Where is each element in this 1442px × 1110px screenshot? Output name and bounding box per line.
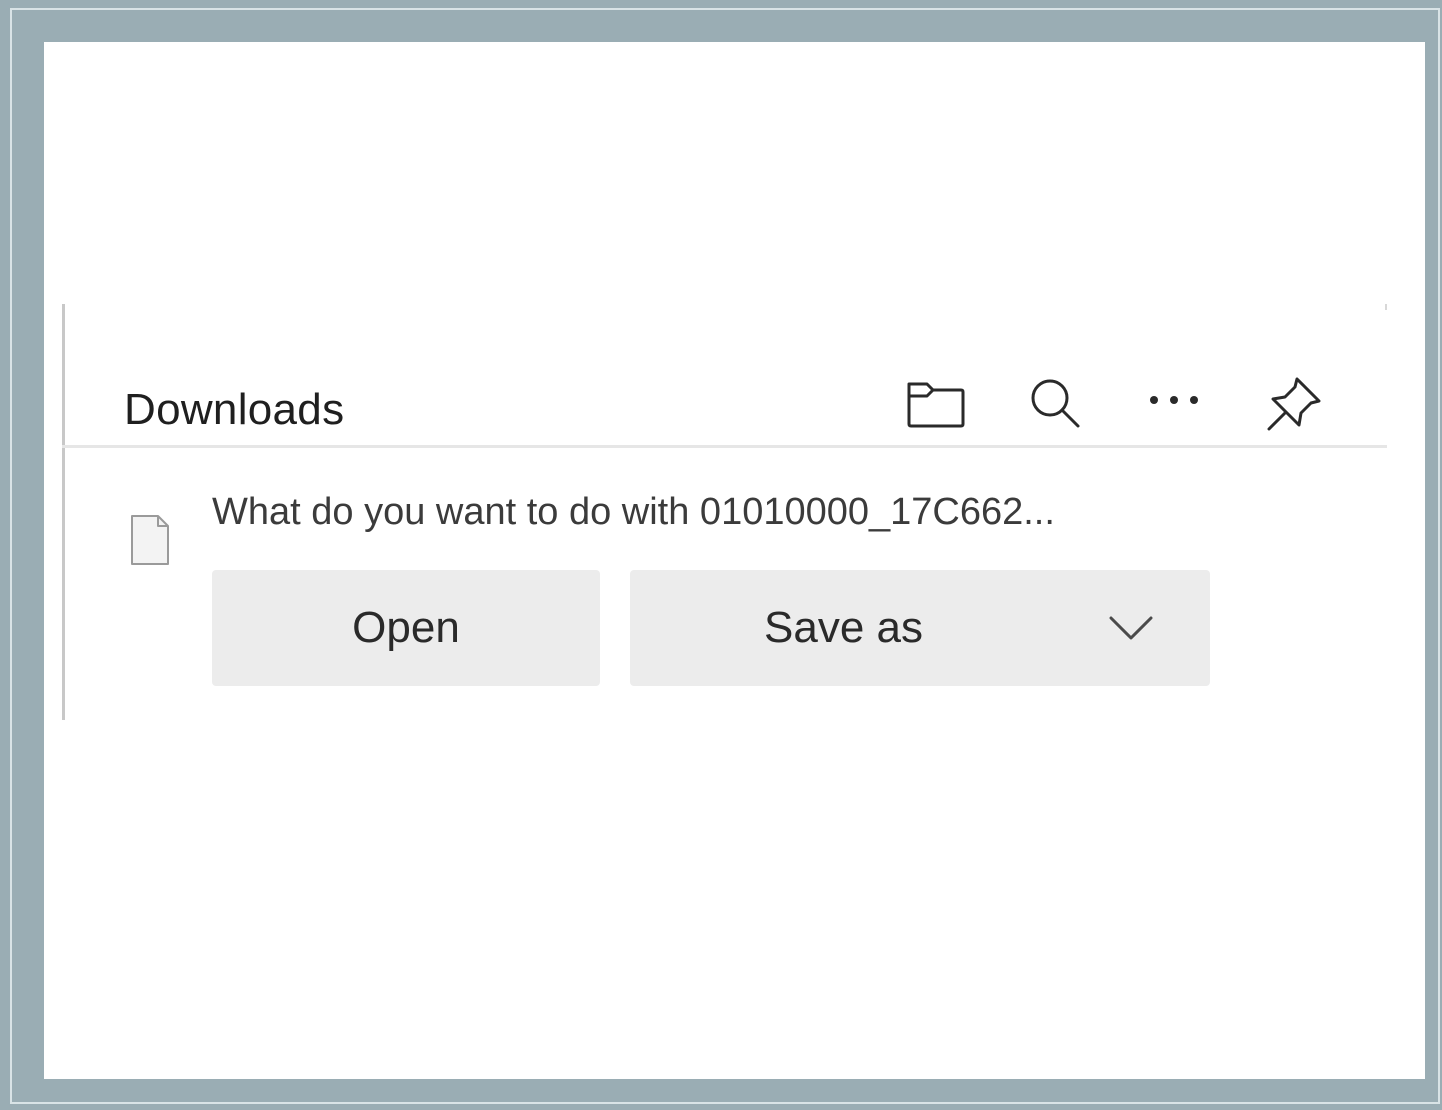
pin-button[interactable] — [1252, 362, 1336, 446]
more-options-button[interactable] — [1132, 362, 1216, 446]
browser-content-area: Downloads What do you want to do with 01… — [44, 42, 1425, 1079]
chevron-down-icon[interactable] — [1106, 603, 1156, 653]
file-icon — [128, 512, 172, 573]
download-prompt: What do you want to do with 01010000_17C… — [212, 491, 1055, 533]
search-icon — [1028, 376, 1084, 432]
download-item: What do you want to do with 01010000_17C… — [62, 448, 1387, 720]
pin-icon — [1263, 373, 1325, 435]
open-button-label: Open — [352, 603, 460, 652]
downloads-panel: Downloads What do you want to do with 01… — [62, 304, 1387, 720]
downloads-title: Downloads — [124, 385, 345, 434]
save-as-button[interactable]: Save as — [630, 570, 1210, 686]
search-button[interactable] — [1014, 362, 1098, 446]
more-horizontal-icon — [1146, 394, 1202, 414]
folder-icon — [905, 378, 967, 430]
downloads-header: Downloads — [62, 304, 1387, 448]
save-as-label: Save as — [764, 603, 923, 652]
open-folder-button[interactable] — [894, 362, 978, 446]
open-button[interactable]: Open — [212, 570, 600, 686]
